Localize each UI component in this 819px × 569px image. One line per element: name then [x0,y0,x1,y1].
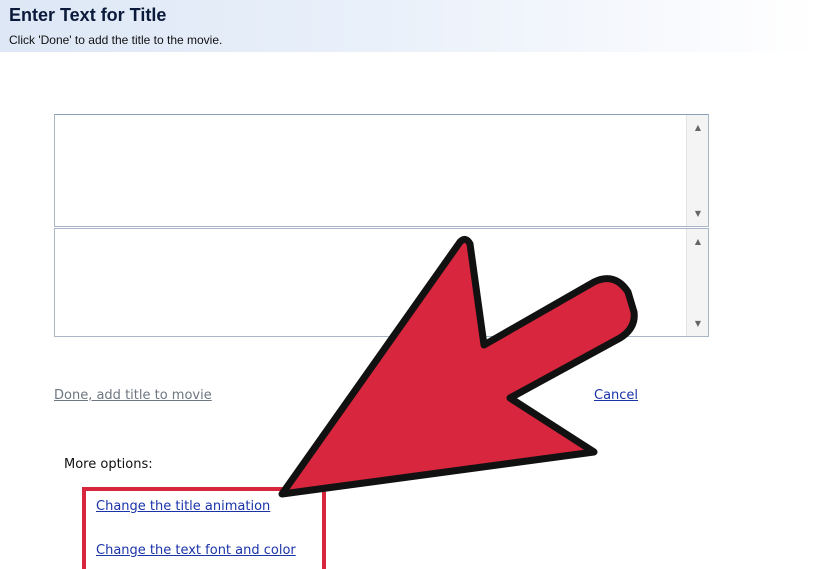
scroll-down-icon[interactable]: ▼ [687,209,709,218]
dialog-header: Enter Text for Title Click 'Done' to add… [0,0,819,52]
cancel-link[interactable]: Cancel [594,388,638,403]
change-title-animation-link[interactable]: Change the title animation [96,499,270,514]
scroll-down-icon[interactable]: ▼ [687,319,709,328]
more-options-label: More options: [64,457,153,472]
change-font-color-link[interactable]: Change the text font and color [96,543,296,558]
dialog-title: Enter Text for Title [9,5,167,25]
scroll-up-icon[interactable]: ▲ [687,123,709,132]
scroll-up-icon[interactable]: ▲ [687,237,709,246]
title-text-input[interactable]: ▲ ▼ [54,114,709,227]
scrollbar[interactable]: ▲ ▼ [686,115,708,226]
done-link[interactable]: Done, add title to movie [54,388,212,403]
subtitle-text-input[interactable]: ▲ ▼ [54,228,709,337]
scrollbar[interactable]: ▲ ▼ [686,229,708,336]
dialog-subtitle: Click 'Done' to add the title to the mov… [9,33,223,47]
